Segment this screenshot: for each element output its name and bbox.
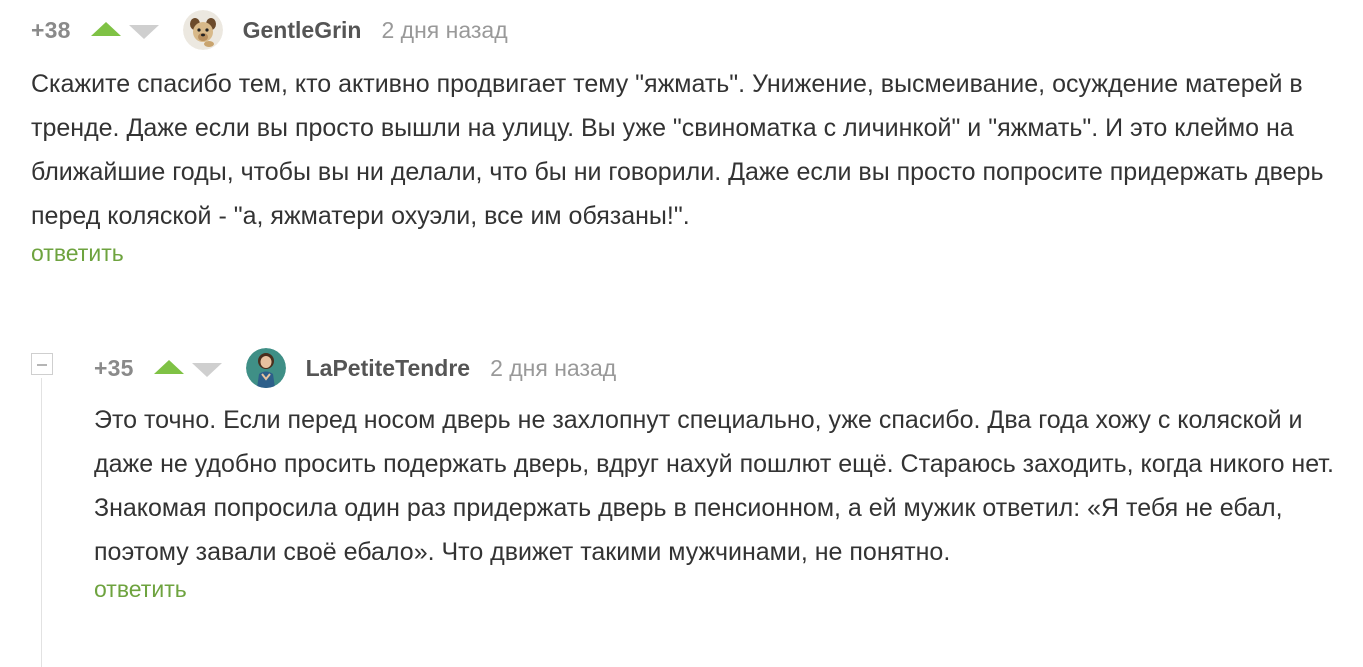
- reply-link[interactable]: ответить: [31, 240, 124, 267]
- thread-branch-line[interactable]: [41, 378, 42, 667]
- comment-rating: +35: [94, 354, 134, 381]
- dog-avatar-icon[interactable]: [182, 10, 223, 50]
- woman-avatar-icon[interactable]: [245, 348, 286, 388]
- comment-text: Знакомая попросила один раз придержать д…: [94, 494, 1283, 566]
- comment: +38 GentleGrin 2 дня назад Скажите спаси…: [31, 10, 1341, 267]
- comment-rating: +38: [31, 16, 71, 43]
- comment-text: Это точно. Если перед носом дверь не зах…: [94, 406, 1334, 478]
- upvote-arrow-icon[interactable]: [90, 21, 121, 36]
- downvote-arrow-icon[interactable]: [191, 362, 222, 377]
- reply-link[interactable]: ответить: [94, 576, 187, 603]
- collapse-thread-button[interactable]: [31, 353, 53, 375]
- minus-icon: [37, 364, 47, 366]
- comment-text: Скажите спасибо тем, кто активно продвиг…: [31, 70, 1324, 230]
- downvote-arrow-icon[interactable]: [128, 24, 159, 39]
- comment-header: +38 GentleGrin 2 дня назад: [31, 10, 1341, 50]
- comment-header: +35 LaPetiteTendre 2 дня назад: [94, 348, 1344, 388]
- comment-timestamp: 2 дня назад: [490, 354, 617, 381]
- reply-comment: +35 LaPetiteTendre 2 дня назад Это точно…: [94, 348, 1344, 603]
- upvote-arrow-icon[interactable]: [153, 359, 184, 374]
- comment-username[interactable]: LaPetiteTendre: [306, 355, 470, 382]
- comment-username[interactable]: GentleGrin: [243, 17, 362, 44]
- comment-timestamp: 2 дня назад: [381, 16, 508, 43]
